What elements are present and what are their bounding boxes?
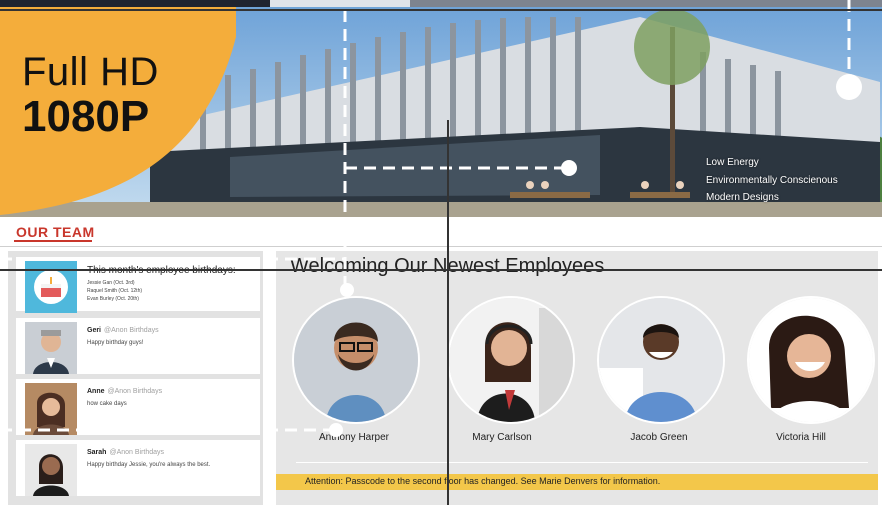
- post-handle: @Anon Birthdays: [109, 449, 165, 456]
- avatar: [25, 444, 77, 496]
- post-author-name: Sarah: [87, 449, 107, 456]
- post-handle: @Anon Birthdays: [107, 388, 163, 395]
- post-author: Geri @Anon Birthdays: [87, 327, 159, 334]
- employee-photo: [447, 296, 575, 424]
- employee-photo: [292, 296, 420, 424]
- post-message: Happy birthday Jessie, you're always the…: [87, 462, 211, 468]
- employee-name: Jacob Green: [630, 432, 688, 443]
- birthday-card: This month's employee birthdays: Jessie …: [16, 257, 260, 313]
- feed-post: Geri @Anon Birthdays Happy birthday guys!: [16, 318, 260, 374]
- hero-tagline-2: Environmentally Conscienous: [706, 175, 838, 186]
- top-strip-gray: [410, 0, 882, 7]
- birthday-line: Evan Burley (Oct. 20th): [87, 296, 139, 302]
- birthday-line: Jessie Gan (Oct. 3rd): [87, 280, 135, 286]
- feed-post: Sarah @Anon Birthdays Happy birthday Jess…: [16, 440, 260, 496]
- employee-photo: [597, 296, 725, 424]
- our-team-title: OUR TEAM: [16, 224, 95, 240]
- birthday-card-title: This month's employee birthdays:: [87, 265, 236, 276]
- post-author: Anne @Anon Birthdays: [87, 388, 162, 395]
- feed-post: Anne @Anon Birthdays how cake days: [16, 379, 260, 435]
- employee-name: Mary Carlson: [472, 432, 532, 443]
- employee-name: Victoria Hill: [776, 432, 826, 443]
- social-feed-panel: This month's employee birthdays: Jessie …: [8, 251, 263, 505]
- post-handle: @Anon Birthdays: [104, 327, 159, 334]
- post-author: Sarah @Anon Birthdays: [87, 449, 164, 456]
- top-strip-light: [270, 0, 410, 7]
- avatar: [25, 322, 77, 374]
- badge-line1: Full HD: [22, 50, 159, 94]
- post-message: Happy birthday guys!: [87, 340, 144, 346]
- hero-tagline-3: Modern Designs: [706, 192, 779, 203]
- our-team-underline: [14, 240, 92, 242]
- top-strip: [0, 0, 882, 7]
- avatar: [25, 383, 77, 435]
- birthday-line: Raquel Smith (Oct. 12th): [87, 288, 143, 294]
- post-author-name: Geri: [87, 327, 102, 334]
- post-author-name: Anne: [87, 388, 105, 395]
- badge-line2: 1080P: [22, 92, 150, 141]
- welcome-title: Welcoming Our Newest Employees: [290, 255, 605, 277]
- announcement-text: Attention: Passcode to the second floor …: [305, 476, 661, 486]
- employee-name: Anthony Harper: [318, 432, 390, 443]
- hero-tagline-1: Low Energy: [706, 157, 759, 168]
- post-message: how cake days: [87, 401, 127, 407]
- employee-photo: [747, 296, 875, 424]
- section-divider: [0, 246, 882, 247]
- employee-divider: [296, 462, 868, 463]
- cake-icon: [25, 261, 77, 313]
